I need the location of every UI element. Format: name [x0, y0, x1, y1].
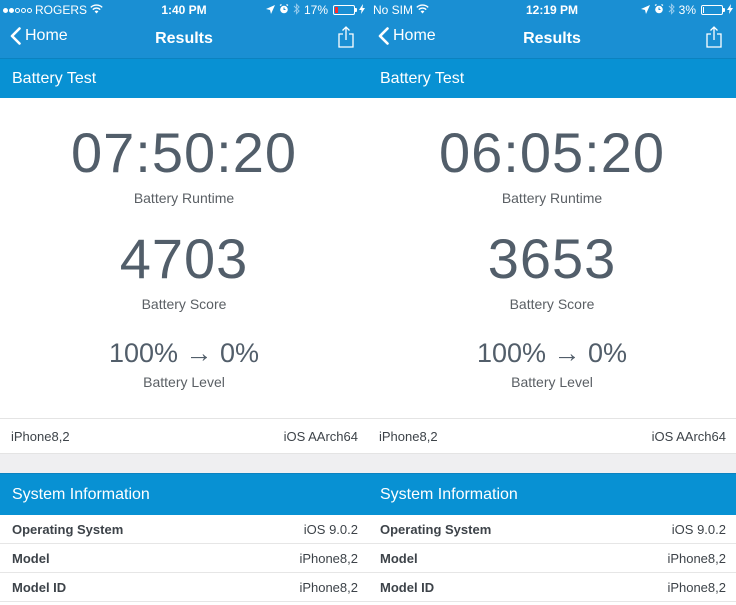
battery-percent: 3% — [678, 3, 696, 17]
top-bar: No SIM 12:19 PM 3% Home Results — [368, 0, 736, 58]
battery-runtime-label: Battery Runtime — [501, 190, 603, 206]
battery-fill — [335, 7, 338, 13]
info-row-model-id: Model ID iPhone8,2 — [0, 573, 368, 602]
info-value: iPhone8,2 — [667, 579, 726, 595]
system-information-header: System Information — [0, 473, 368, 515]
location-icon — [265, 3, 275, 17]
carrier-name: ROGERS — [35, 3, 88, 17]
info-row-operating-system: Operating System iOS 9.0.2 — [0, 515, 368, 544]
battery-level-label: Battery Level — [143, 374, 225, 390]
info-row-model-id: Model ID iPhone8,2 — [368, 573, 736, 602]
battery-runtime-value: 06:05:20 — [439, 121, 665, 184]
share-icon — [338, 26, 354, 52]
battery-fill — [703, 7, 704, 13]
info-key: Model ID — [12, 579, 67, 595]
info-value: iPhone8,2 — [299, 550, 358, 566]
section-spacer — [368, 454, 736, 473]
battery-test-header: Battery Test — [0, 58, 368, 98]
battery-level-value: 100% → 0% — [476, 338, 628, 368]
results-screen-right: No SIM 12:19 PM 3% Home Results Battery … — [368, 0, 736, 605]
status-bar: No SIM 12:19 PM 3% — [368, 0, 736, 20]
info-key: Model — [12, 550, 50, 566]
device-model: iPhone8,2 — [11, 428, 70, 444]
info-row-model: Model iPhone8,2 — [368, 544, 736, 573]
battery-percent: 17% — [303, 3, 328, 17]
device-platform: iOS AArch64 — [651, 428, 726, 444]
info-row-operating-system: Operating System iOS 9.0.2 — [368, 515, 736, 544]
system-information-header: System Information — [368, 473, 736, 515]
battery-score-value: 3653 — [487, 227, 617, 290]
bluetooth-icon — [293, 2, 300, 18]
wifi-icon — [90, 3, 103, 17]
alarm-icon — [279, 3, 289, 17]
bluetooth-icon — [668, 2, 675, 18]
info-key: Model — [380, 550, 418, 566]
status-bar: ROGERS 1:40 PM 17% — [0, 0, 368, 20]
battery-score-label: Battery Score — [141, 296, 227, 312]
charging-bolt-icon — [727, 3, 733, 17]
battery-results: 07:50:20 Battery Runtime 4703 Battery Sc… — [0, 98, 368, 418]
top-bar: ROGERS 1:40 PM 17% Home Results — [0, 0, 368, 58]
battery-level-label: Battery Level — [511, 374, 593, 390]
signal-strength-icon — [3, 7, 32, 13]
results-screen-left: ROGERS 1:40 PM 17% Home Results Battery … — [0, 0, 368, 605]
battery-test-header: Battery Test — [368, 58, 736, 98]
info-key: Operating System — [12, 521, 124, 537]
battery-score-label: Battery Score — [509, 296, 595, 312]
device-row: iPhone8,2 iOS AArch64 — [368, 418, 736, 454]
wifi-icon — [416, 3, 429, 17]
info-row-model: Model iPhone8,2 — [0, 544, 368, 573]
charging-bolt-icon — [359, 3, 365, 17]
battery-runtime-label: Battery Runtime — [133, 190, 235, 206]
page-title: Results — [523, 30, 581, 47]
device-model: iPhone8,2 — [379, 428, 438, 444]
info-value: iOS 9.0.2 — [303, 521, 358, 537]
share-button[interactable] — [706, 26, 722, 53]
battery-results: 06:05:20 Battery Runtime 3653 Battery Sc… — [368, 98, 736, 418]
battery-score-value: 4703 — [119, 227, 249, 290]
info-value: iPhone8,2 — [299, 579, 358, 595]
info-value: iOS 9.0.2 — [671, 521, 726, 537]
navigation-bar: Home Results — [0, 20, 368, 58]
share-icon — [706, 26, 722, 52]
info-key: Model ID — [380, 579, 435, 595]
page-title: Results — [155, 30, 213, 47]
section-spacer — [0, 454, 368, 473]
device-row: iPhone8,2 iOS AArch64 — [0, 418, 368, 454]
info-key: Operating System — [380, 521, 492, 537]
battery-icon — [333, 5, 357, 15]
battery-icon — [701, 5, 725, 15]
battery-level-value: 100% → 0% — [108, 338, 260, 368]
alarm-icon — [654, 3, 664, 17]
location-icon — [640, 3, 650, 17]
share-button[interactable] — [338, 26, 354, 53]
info-value: iPhone8,2 — [667, 550, 726, 566]
navigation-bar: Home Results — [368, 20, 736, 58]
battery-runtime-value: 07:50:20 — [71, 121, 297, 184]
carrier-name: No SIM — [373, 3, 414, 17]
device-platform: iOS AArch64 — [283, 428, 358, 444]
